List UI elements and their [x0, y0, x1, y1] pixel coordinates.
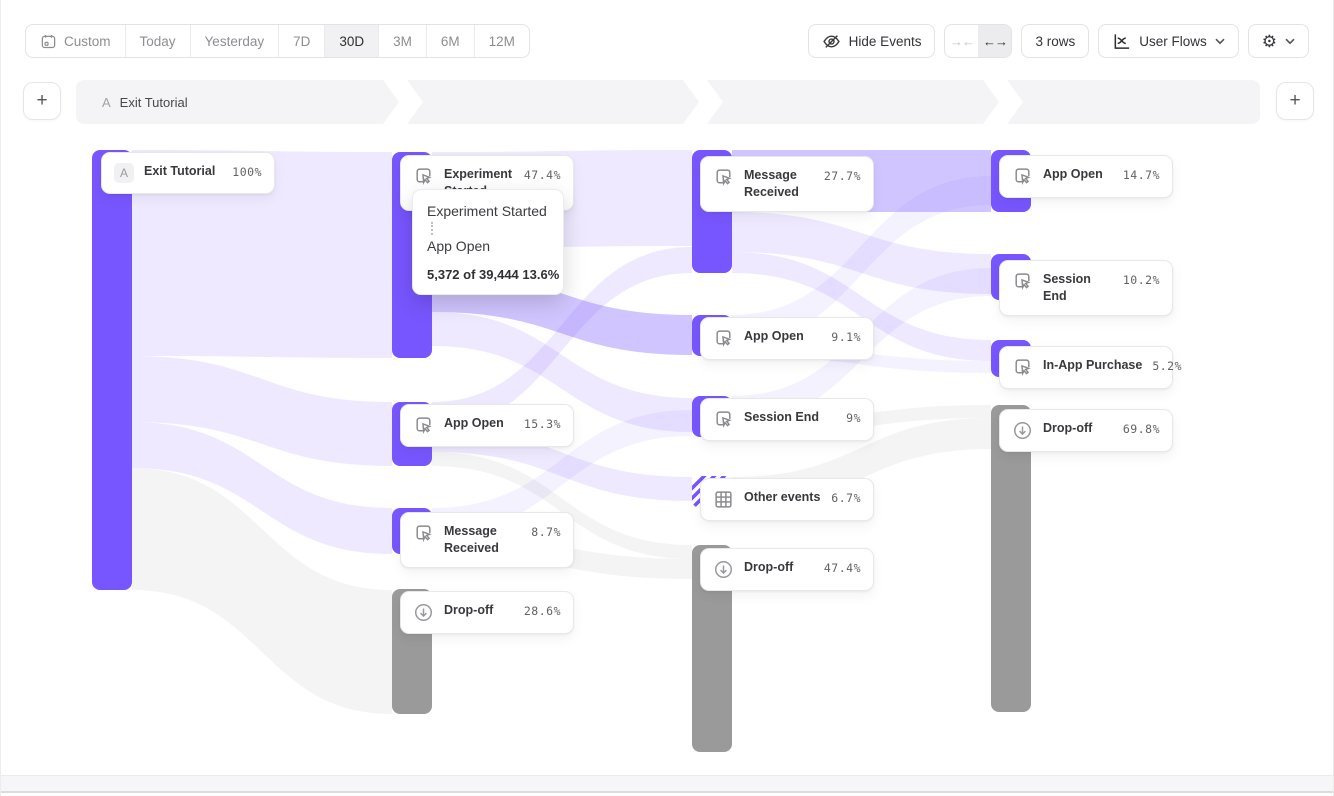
- node-card-session-end-4[interactable]: Session End 10.2%: [999, 260, 1173, 316]
- tooltip-detail: 5,372 of 39,444 13.6%: [427, 267, 549, 282]
- footer-scrollbar-strip[interactable]: [1, 775, 1333, 793]
- node-card-app-open-4[interactable]: App Open 14.7%: [999, 155, 1173, 198]
- node-card-other-events-3[interactable]: Other events 6.7%: [700, 478, 874, 521]
- event-click-icon: [413, 523, 434, 544]
- dropoff-icon: [1012, 420, 1033, 441]
- user-flows-report: Custom Today Yesterday 7D 30D 3M 6M 12M …: [0, 0, 1334, 796]
- tooltip-source-event: Experiment Started: [427, 203, 549, 219]
- flow-ribbons[interactable]: [1, 0, 1334, 796]
- event-click-icon: [1012, 166, 1033, 187]
- flow-path-tooltip: Experiment Started App Open 5,372 of 39,…: [412, 189, 564, 295]
- tooltip-connector: [431, 222, 433, 235]
- tooltip-target-event: App Open: [427, 238, 549, 254]
- event-click-icon: [1012, 271, 1033, 292]
- event-click-icon: [713, 167, 734, 188]
- node-card-app-open-2[interactable]: App Open 15.3%: [400, 404, 574, 447]
- event-click-icon: [413, 166, 434, 187]
- node-card-dropoff-2[interactable]: Drop-off 28.6%: [400, 591, 574, 634]
- flow-bar-exit-tutorial[interactable]: [92, 150, 132, 590]
- event-click-icon: [713, 328, 734, 349]
- node-card-exit-tutorial[interactable]: A Exit Tutorial 100%: [101, 152, 275, 194]
- node-card-dropoff-4[interactable]: Drop-off 69.8%: [999, 409, 1173, 452]
- dropoff-icon: [713, 559, 734, 580]
- step-a-chip: A: [114, 163, 134, 183]
- node-card-app-open-3[interactable]: App Open 9.1%: [700, 317, 874, 360]
- node-card-session-end-3[interactable]: Session End 9%: [700, 398, 874, 441]
- grid-icon: [713, 489, 734, 510]
- node-card-message-received-3[interactable]: Message Received 27.7%: [700, 156, 874, 212]
- event-click-icon: [713, 409, 734, 430]
- node-card-dropoff-3[interactable]: Drop-off 47.4%: [700, 548, 874, 591]
- event-click-icon: [413, 415, 434, 436]
- node-card-message-received-2[interactable]: Message Received 8.7%: [400, 512, 574, 568]
- dropoff-icon: [413, 602, 434, 623]
- event-click-icon: [1012, 357, 1033, 378]
- node-card-in-app-purchase-4[interactable]: In-App Purchase 5.2%: [999, 346, 1173, 389]
